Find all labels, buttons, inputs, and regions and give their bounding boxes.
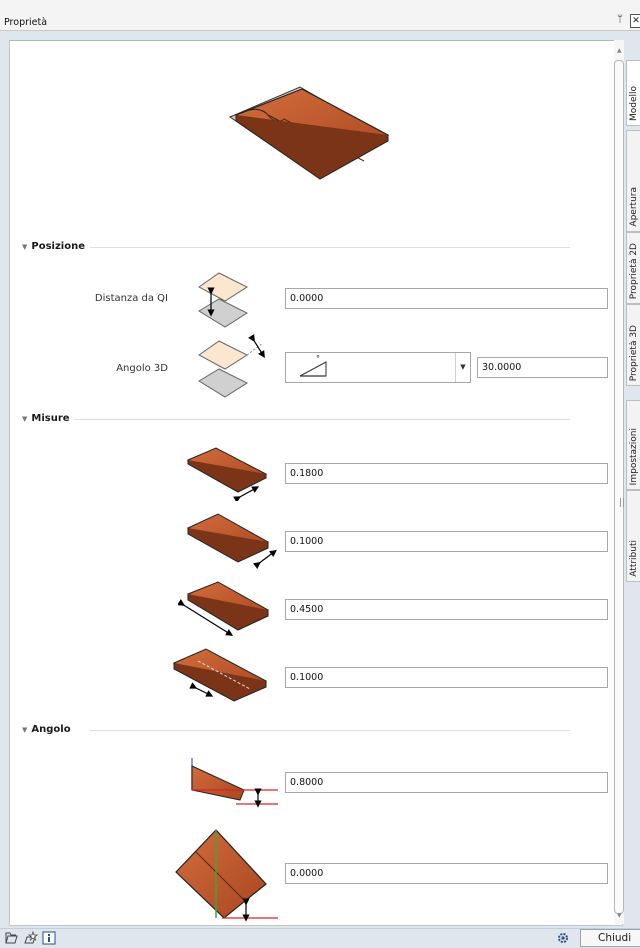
panel-title: Proprietà (4, 17, 48, 28)
collapse-chevron-icon[interactable]: ▼ (22, 415, 27, 423)
panel-titlebar: Proprietà ᛘ ✕ (0, 0, 640, 31)
angolo-2-input[interactable] (285, 863, 608, 884)
open-favorite-icon[interactable] (5, 931, 19, 945)
misura-3-input[interactable] (285, 599, 608, 620)
section-angolo-divider (90, 724, 570, 736)
bottom-toolbar (0, 928, 640, 948)
tile-angle-illustration-icon (191, 758, 278, 808)
chevron-down-icon[interactable]: ▼ (455, 353, 470, 382)
scroll-up-icon[interactable]: ▲ (617, 47, 622, 54)
scrollbar-thumb[interactable] (614, 60, 624, 914)
misura-4-input[interactable] (285, 667, 608, 688)
section-posizione[interactable]: ▼ Posizione (22, 241, 85, 252)
distanza-label: Distanza da QI (94, 293, 168, 304)
tile-overlap-illustration-icon (186, 513, 277, 570)
angolo-1-input[interactable] (285, 772, 608, 793)
distance-illustration-icon (198, 272, 249, 328)
tile-rotation-illustration-icon (175, 829, 278, 922)
pin-icon[interactable]: ᛘ (617, 14, 623, 25)
angolo-3d-label: Angolo 3D (116, 363, 168, 374)
tab-attributi[interactable]: Attributi (626, 490, 640, 582)
section-posizione-divider (90, 241, 570, 253)
scrollbar-grip-icon (620, 498, 624, 507)
close-button[interactable]: Chiudi (580, 929, 640, 947)
collapse-chevron-icon[interactable]: ▼ (22, 726, 27, 734)
section-misure[interactable]: ▼ Misure (22, 413, 70, 424)
section-angolo[interactable]: ▼ Angolo (22, 724, 71, 735)
degree-symbol: ° (316, 354, 320, 363)
tab-modello[interactable]: Modello (626, 60, 640, 126)
misura-1-input[interactable] (285, 463, 608, 484)
tile-length-illustration-icon (178, 581, 270, 636)
tile-spacing-illustration-icon (172, 648, 268, 702)
section-misure-divider (74, 413, 570, 425)
settings-icon[interactable] (556, 931, 570, 945)
angle-slope-icon (299, 361, 327, 377)
close-icon[interactable]: ✕ (630, 14, 640, 28)
scroll-down-icon[interactable]: ▼ (617, 912, 622, 919)
distanza-input[interactable] (285, 288, 608, 309)
tile-width-illustration-icon (186, 447, 268, 501)
tab-apertura[interactable]: Apertura (626, 130, 640, 232)
misura-2-input[interactable] (285, 531, 608, 552)
angolo-3d-input[interactable] (477, 357, 608, 378)
tab-proprieta-3d[interactable]: Proprietà 3D (626, 304, 640, 386)
save-favorite-icon[interactable] (24, 931, 38, 945)
angle-mode-dropdown[interactable]: ° ▼ (285, 352, 471, 383)
angle-3d-illustration-icon (198, 334, 265, 398)
collapse-chevron-icon[interactable]: ▼ (22, 243, 27, 251)
info-icon[interactable] (42, 931, 56, 945)
tab-impostazioni[interactable]: Impostazioni (626, 400, 640, 490)
tile-preview-image (228, 86, 390, 180)
tab-proprieta-2d[interactable]: Proprietà 2D (626, 232, 640, 304)
